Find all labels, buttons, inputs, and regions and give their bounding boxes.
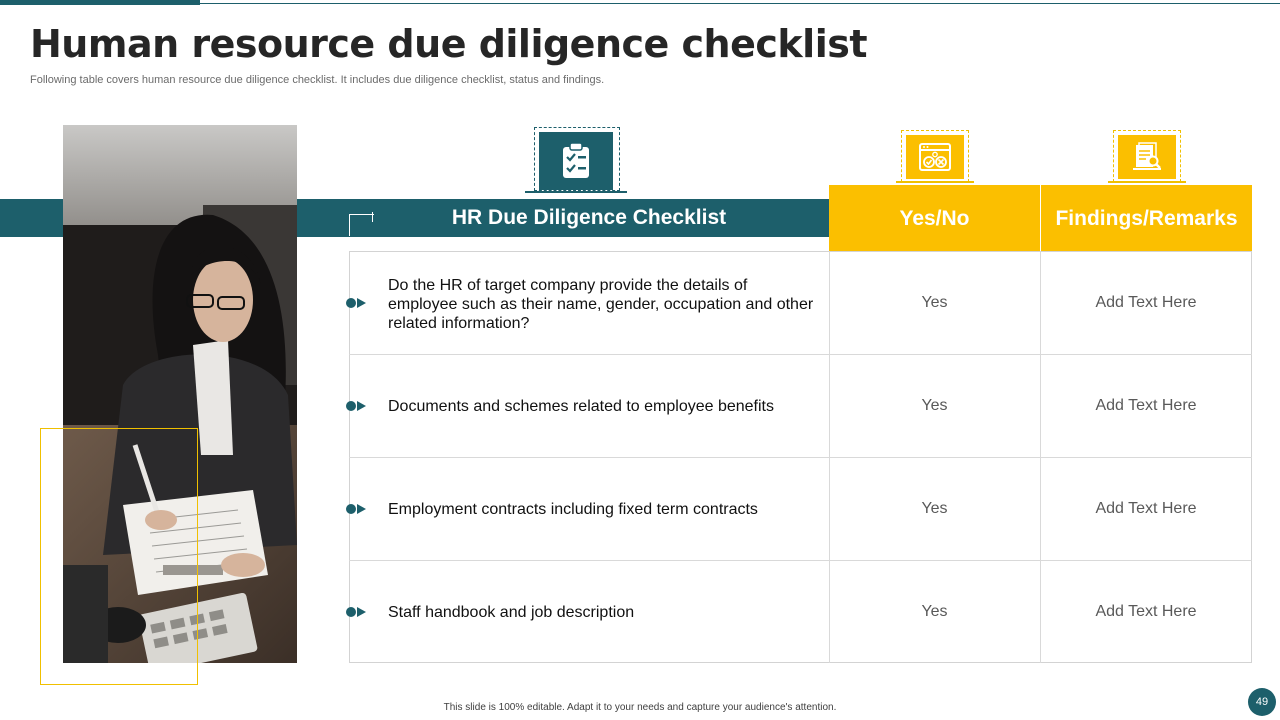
status-cell: Yes — [921, 294, 948, 311]
status-icon-base — [896, 181, 974, 183]
page-number-badge: 49 — [1248, 688, 1276, 716]
checklist-item: Do the HR of target company provide the … — [388, 276, 814, 332]
findings-cell: Add Text Here — [1095, 603, 1197, 620]
row-bullet-icon — [346, 607, 366, 617]
header-corner-tick — [349, 214, 374, 236]
document-search-icon — [1118, 135, 1176, 179]
browser-window-icon — [906, 135, 964, 179]
checklist-item: Staff handbook and job description — [388, 603, 635, 621]
slide-footer-note: This slide is 100% editable. Adapt it to… — [443, 702, 837, 713]
status-cell: Yes — [921, 500, 948, 517]
checklist-item: Documents and schemes related to employe… — [388, 397, 774, 415]
decorative-gold-frame — [40, 428, 198, 685]
status-cell: Yes — [921, 397, 948, 414]
header-findings: Findings/Remarks — [1055, 206, 1238, 230]
status-cell: Yes — [921, 603, 948, 620]
findings-cell: Add Text Here — [1095, 397, 1197, 414]
header-tick-bar — [372, 212, 373, 222]
row-bullet-icon — [346, 298, 366, 308]
slide-subtitle: Following table covers human resource du… — [30, 74, 605, 86]
slide-title: Human resource due diligence checklist — [30, 22, 868, 66]
row-bullet-icon — [346, 504, 366, 514]
top-rule — [200, 3, 1280, 4]
clipboard-checklist-icon — [539, 132, 613, 190]
findings-cell: Add Text Here — [1095, 500, 1197, 517]
top-accent-bar — [0, 0, 200, 5]
checklist-icon-base — [525, 191, 627, 193]
findings-cell: Add Text Here — [1095, 294, 1197, 311]
checklist-item: Employment contracts including fixed ter… — [388, 500, 758, 518]
row-bullet-icon — [346, 401, 366, 411]
header-checklist: HR Due Diligence Checklist — [451, 206, 727, 229]
header-status: Yes/No — [899, 206, 970, 230]
findings-icon-base — [1108, 181, 1186, 183]
